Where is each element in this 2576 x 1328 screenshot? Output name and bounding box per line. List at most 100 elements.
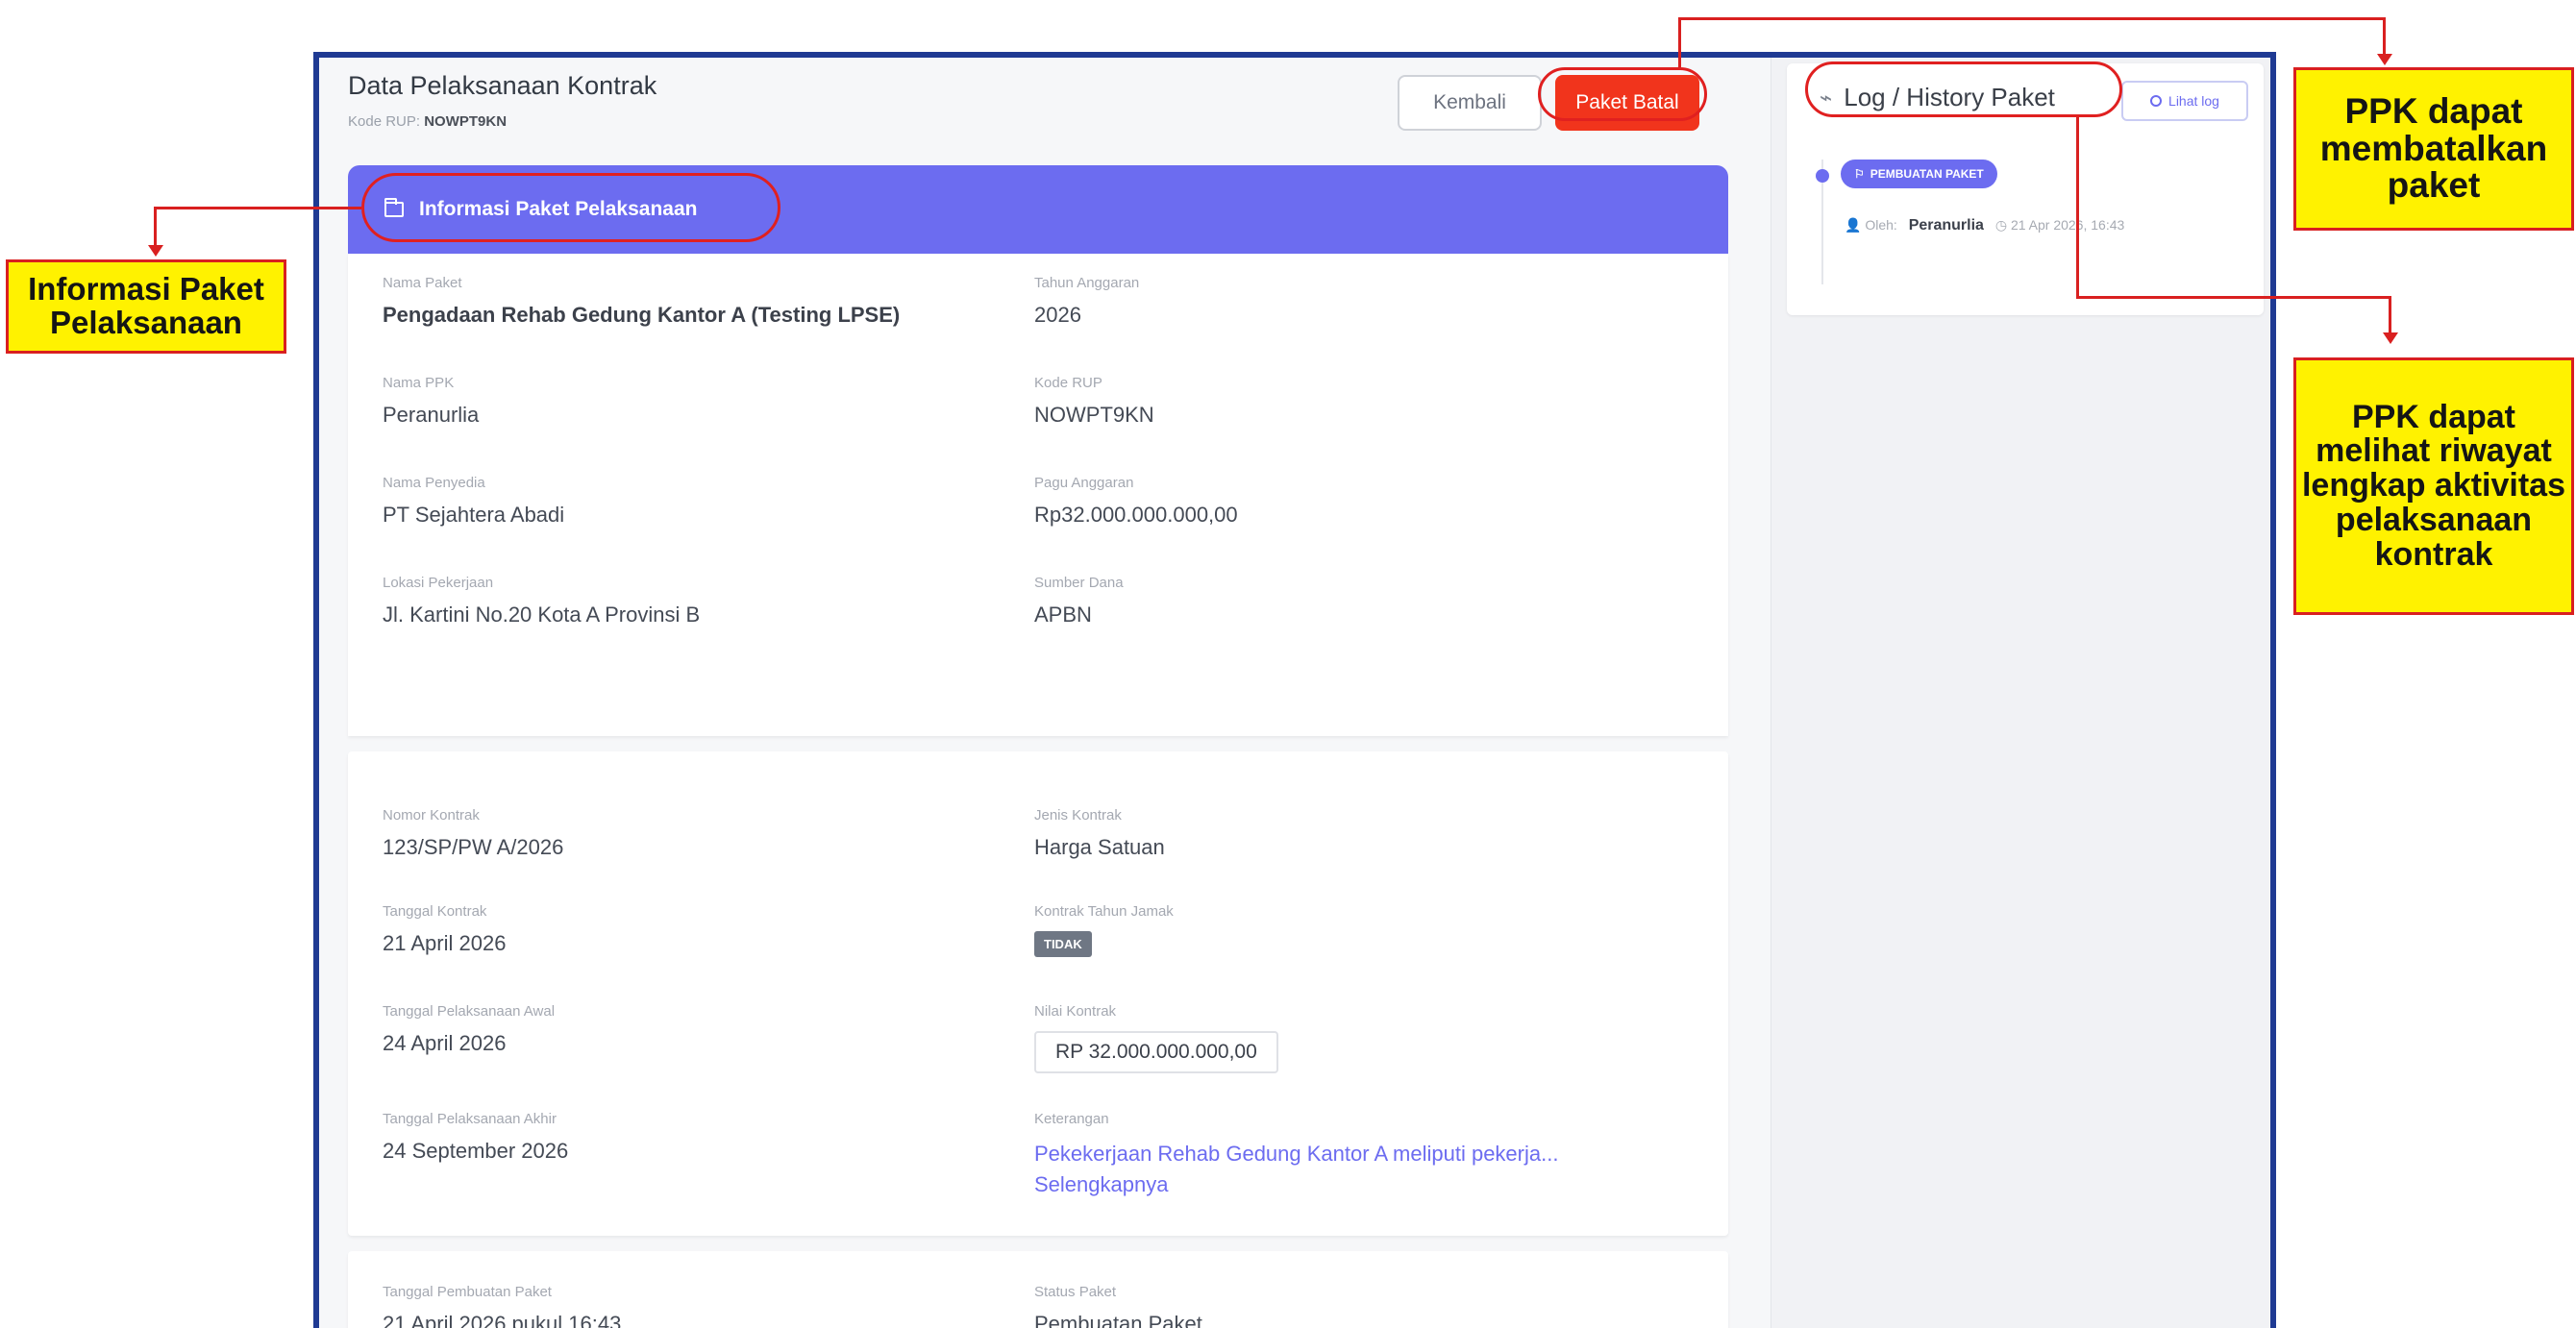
field-label: Kontrak Tahun Jamak bbox=[1034, 903, 1174, 920]
callout-line: kontrak bbox=[2374, 535, 2493, 573]
field-value: 21 April 2026 pukul 16:43 bbox=[383, 1312, 622, 1328]
field-nama-ppk: Nama PPK Peranurlia bbox=[383, 375, 479, 428]
field-value: Pengadaan Rehab Gedung Kantor A (Testing… bbox=[383, 303, 901, 327]
field-kode-rup: Kode RUP NOWPT9KN bbox=[1034, 375, 1154, 428]
rup-prefix: Kode RUP: bbox=[348, 113, 421, 130]
description-text: Pekekerjaan Rehab Gedung Kantor A melipu… bbox=[1034, 1142, 1559, 1166]
arrow-down-icon bbox=[2377, 54, 2392, 65]
view-log-label: Lihat log bbox=[2168, 93, 2219, 109]
info-icon bbox=[2150, 95, 2163, 107]
log-by-label: Oleh: bbox=[1865, 217, 1897, 233]
field-status-paket: Status Paket Pembuatan Paket bbox=[1034, 1284, 1202, 1328]
arrow-down-icon bbox=[148, 245, 163, 257]
callout-line: PPK dapat bbox=[2344, 90, 2523, 131]
field-nomor-kontrak: Nomor Kontrak 123/SP/PW A/2026 bbox=[383, 807, 563, 860]
callout-info-paket: Informasi Paket Pelaksanaan bbox=[6, 259, 286, 354]
field-label: Tahun Anggaran bbox=[1034, 275, 1140, 291]
view-log-button[interactable]: Lihat log bbox=[2121, 81, 2248, 121]
field-label: Nama PPK bbox=[383, 375, 455, 391]
field-value: PT Sejahtera Abadi bbox=[383, 503, 565, 527]
log-by-name: Peranurlia bbox=[1908, 217, 1984, 234]
field-value: Jl. Kartini No.20 Kota A Provinsi B bbox=[383, 603, 701, 627]
field-pagu-anggaran: Pagu Anggaran Rp32.000.000.000,00 bbox=[1034, 475, 1238, 528]
field-label: Tanggal Kontrak bbox=[383, 903, 487, 920]
field-value: NOWPT9KN bbox=[1034, 403, 1154, 427]
field-label: Nilai Kontrak bbox=[1034, 1003, 1117, 1020]
field-label: Nama Penyedia bbox=[383, 475, 485, 491]
status-section: Tanggal Pembuatan Paket 21 April 2026 pu… bbox=[348, 1251, 1728, 1328]
callout-line: paket bbox=[2387, 165, 2481, 206]
user-icon: 👤 bbox=[1845, 217, 1862, 233]
field-value: Pembuatan Paket bbox=[1034, 1312, 1202, 1328]
rup-code: NOWPT9KN bbox=[424, 113, 508, 130]
field-label: Status Paket bbox=[1034, 1284, 1117, 1300]
field-value: Rp32.000.000.000,00 bbox=[1034, 503, 1238, 527]
status-badge: TIDAK bbox=[1034, 931, 1092, 957]
field-tanggal-akhir: Tanggal Pelaksanaan Akhir 24 September 2… bbox=[383, 1111, 568, 1164]
field-label: Tanggal Pembuatan Paket bbox=[383, 1284, 552, 1300]
log-time: 21 Apr 2026, 16:43 bbox=[2010, 217, 2125, 233]
page-title: Data Pelaksanaan Kontrak bbox=[348, 71, 657, 100]
contract-section: Nomor Kontrak 123/SP/PW A/2026 Jenis Kon… bbox=[348, 751, 1728, 1236]
connector-line bbox=[2389, 296, 2391, 334]
field-label: Nomor Kontrak bbox=[383, 807, 480, 824]
field-value: 21 April 2026 bbox=[383, 931, 507, 955]
connector-line bbox=[2383, 17, 2386, 56]
log-entry-meta: 👤 Oleh: Peranurlia ◷ 21 Apr 2026, 16:43 bbox=[1845, 217, 2124, 234]
field-label: Keterangan bbox=[1034, 1111, 1109, 1127]
screenshot-frame: Data Pelaksanaan Kontrak Kode RUP: NOWPT… bbox=[313, 52, 2276, 1328]
field-value: 123/SP/PW A/2026 bbox=[383, 835, 564, 859]
field-nama-paket: Nama Paket Pengadaan Rehab Gedung Kantor… bbox=[383, 275, 900, 328]
highlight-ring-log bbox=[1805, 61, 2122, 117]
field-label: Pagu Anggaran bbox=[1034, 475, 1134, 491]
callout-line: membatalkan bbox=[2319, 128, 2548, 168]
history-sidebar: ⌁ Log / History Paket Lihat log ⚐ PEMBUA… bbox=[1771, 58, 2270, 1328]
field-value: 24 April 2026 bbox=[383, 1031, 507, 1055]
connector-line bbox=[2076, 117, 2079, 298]
field-label: Lokasi Pekerjaan bbox=[383, 575, 494, 591]
log-entry-tag-label: PEMBUATAN PAKET bbox=[1870, 167, 1984, 181]
field-label: Tanggal Pelaksanaan Akhir bbox=[383, 1111, 557, 1127]
callout-line: pelaksanaan bbox=[2335, 501, 2533, 538]
field-value: Peranurlia bbox=[383, 403, 480, 427]
arrow-down-icon bbox=[2383, 332, 2398, 344]
log-entry-tag: ⚐ PEMBUATAN PAKET bbox=[1841, 160, 1997, 188]
field-value: Harga Satuan bbox=[1034, 835, 1165, 859]
field-value: 2026 bbox=[1034, 303, 1081, 327]
callout-riwayat: PPK dapat melihat riwayat lengkap aktivi… bbox=[2293, 357, 2574, 615]
flag-icon: ⚐ bbox=[1854, 167, 1865, 181]
field-value: APBN bbox=[1034, 603, 1092, 627]
field-label: Sumber Dana bbox=[1034, 575, 1124, 591]
connector-line bbox=[154, 207, 157, 249]
field-kontrak-tahun-jamak: Kontrak Tahun Jamak TIDAK bbox=[1034, 903, 1174, 957]
callout-line: lengkap aktivitas bbox=[2301, 467, 2565, 504]
field-jenis-kontrak: Jenis Kontrak Harga Satuan bbox=[1034, 807, 1165, 860]
field-tanggal-pembuatan: Tanggal Pembuatan Paket 21 April 2026 pu… bbox=[383, 1284, 621, 1328]
callout-line: PPK dapat bbox=[2351, 398, 2516, 435]
field-tanggal-awal: Tanggal Pelaksanaan Awal 24 April 2026 bbox=[383, 1003, 555, 1056]
field-nama-penyedia: Nama Penyedia PT Sejahtera Abadi bbox=[383, 475, 564, 528]
read-more-link[interactable]: Selengkapnya bbox=[1034, 1169, 1649, 1200]
field-lokasi-pekerjaan: Lokasi Pekerjaan Jl. Kartini No.20 Kota … bbox=[383, 575, 700, 627]
field-tanggal-kontrak: Tanggal Kontrak 21 April 2026 bbox=[383, 903, 506, 956]
clock-icon: ◷ bbox=[1994, 217, 2008, 233]
connector-line bbox=[2076, 296, 2391, 299]
field-label: Jenis Kontrak bbox=[1034, 807, 1122, 824]
field-sumber-dana: Sumber Dana APBN bbox=[1034, 575, 1124, 627]
callout-line: Informasi Paket bbox=[28, 271, 264, 307]
connector-line bbox=[1678, 17, 2386, 20]
rup-code-line: Kode RUP: NOWPT9KN bbox=[348, 113, 507, 130]
connector-line bbox=[154, 207, 361, 209]
connector-line bbox=[1678, 17, 1681, 67]
package-info-section: Nama Paket Pengadaan Rehab Gedung Kantor… bbox=[348, 254, 1728, 736]
field-label: Nama Paket bbox=[383, 275, 462, 291]
highlight-ring-cancel bbox=[1538, 67, 1707, 121]
field-tahun-anggaran: Tahun Anggaran 2026 bbox=[1034, 275, 1139, 328]
field-nilai-kontrak: Nilai Kontrak RP 32.000.000.000,00 bbox=[1034, 1003, 1278, 1073]
callout-line: Pelaksanaan bbox=[50, 305, 242, 340]
highlight-ring-info bbox=[361, 173, 780, 242]
callout-batal-paket: PPK dapat membatalkan paket bbox=[2293, 67, 2574, 231]
main-content: Data Pelaksanaan Kontrak Kode RUP: NOWPT… bbox=[319, 58, 1771, 1328]
back-button[interactable]: Kembali bbox=[1398, 75, 1542, 131]
field-value: 24 September 2026 bbox=[383, 1139, 569, 1163]
